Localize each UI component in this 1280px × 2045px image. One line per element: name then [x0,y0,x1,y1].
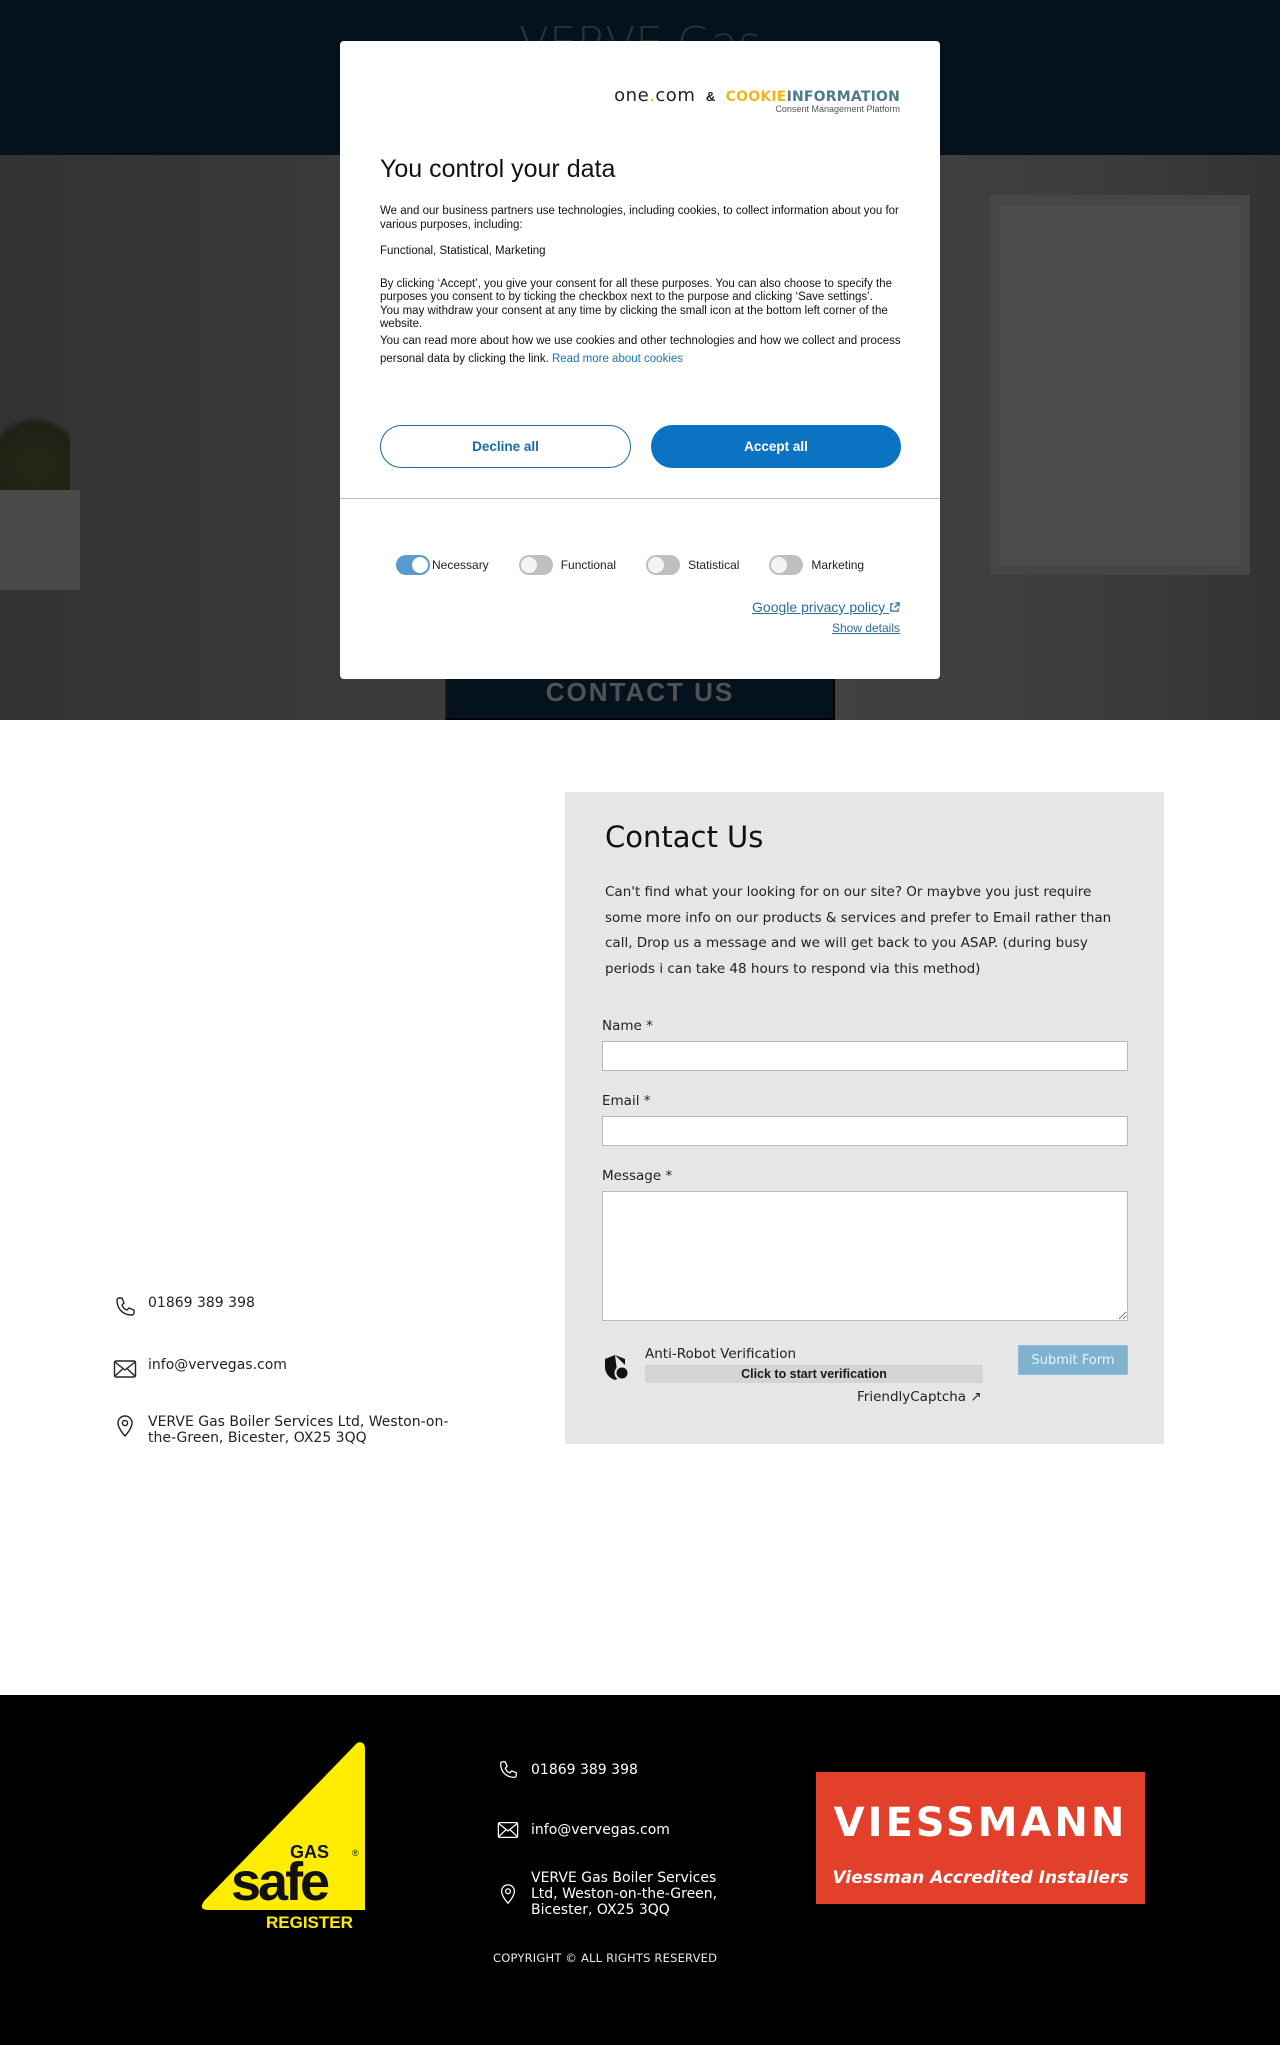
toggle-functional[interactable]: Functional [518,555,617,575]
phone-icon [500,1761,517,1778]
gas-safe-safe-text: safe [231,1852,329,1912]
contact-address: VERVE Gas Boiler Services Ltd, Weston-on… [113,1414,453,1446]
consent-divider [340,498,940,499]
friendlycaptcha-link[interactable]: FriendlyCaptcha ↗ [857,1389,982,1405]
mail-icon [497,1822,519,1838]
read-more-cookies-link[interactable]: Read more about cookies [552,353,683,365]
footer-phone[interactable]: 01869 389 398 [497,1758,797,1782]
toggle-switch[interactable] [518,555,553,575]
consent-title: You control your data [380,155,616,183]
consent-purposes: Functional, Statistical, Marketing [380,245,546,257]
location-pin-icon [117,1415,133,1438]
name-input[interactable] [602,1041,1128,1071]
contact-form-title: Contact Us [605,820,764,854]
viessmann-logo: VIESSMANN Viessman Accredited Installers [816,1772,1145,1904]
gas-safe-register-logo: GAS safe ® REGISTER [201,1742,365,1930]
gas-safe-register-text: REGISTER [266,1913,353,1930]
viessmann-wordmark: VIESSMANN [833,1800,1128,1846]
consent-readmore: You can read more about how we use cooki… [380,334,901,365]
footer-address: VERVE Gas Boiler Services Ltd, Weston-on… [497,1870,747,1918]
brand-ampersand: & [705,89,716,104]
toggle-label: Statistical [688,558,740,572]
decline-all-button[interactable]: Decline all [380,425,631,468]
start-verification-button[interactable]: Click to start verification [645,1365,983,1383]
toggle-statistical[interactable]: Statistical [646,555,739,575]
onecom-logo: one.com [614,85,696,106]
toggle-switch[interactable] [396,555,430,575]
submit-form-button[interactable]: Submit Form [1018,1345,1128,1375]
toggle-label: Functional [560,558,617,572]
toggle-switch[interactable] [646,555,681,575]
mail-icon [113,1360,137,1378]
contact-form-intro: Can't find what your looking for on our … [605,884,1112,977]
name-label: Name * [602,1018,653,1034]
toggle-label: Marketing [811,558,865,572]
gas-safe-registered-mark: ® [352,1848,359,1858]
toggle-marketing[interactable]: Marketing [769,555,864,575]
consent-category-toggles: Necessary Functional Statistical Marketi… [396,555,916,575]
consent-accept-text: By clicking ‘Accept’, you give your cons… [380,277,893,304]
toggle-label: Necessary [432,558,489,572]
location-pin-icon [500,1884,516,1905]
contact-email[interactable]: info@vervegas.com [113,1357,287,1381]
captcha-shield-icon [605,1355,630,1381]
footer-email[interactable]: info@vervegas.com [497,1818,797,1842]
copyright-text: COPYRIGHT © ALL RIGHTS RESERVED [493,1951,718,1965]
message-textarea[interactable] [602,1191,1128,1321]
contact-form-card: Contact Us Can't find what your looking … [565,792,1164,1444]
show-details-link[interactable]: Show details [832,621,900,635]
accept-all-button[interactable]: Accept all [651,425,901,468]
site-footer: GAS safe ® REGISTER 01869 389 398 info@v… [0,1695,1280,2045]
cookieinformation-logo: COOKIEINFORMATION [725,89,900,105]
toggle-necessary[interactable]: Necessary [396,555,489,575]
consent-brand-logo: one.com & COOKIEINFORMATION Consent Mana… [614,85,900,114]
google-privacy-policy-link[interactable]: Google privacy policy [752,599,900,615]
toggle-switch[interactable] [769,555,804,575]
captcha-title: Anti-Robot Verification [645,1346,797,1362]
message-label: Message * [602,1168,673,1184]
contact-phone[interactable]: 01869 389 398 [113,1295,255,1319]
consent-body: We and our business partners use technol… [380,205,905,368]
cookie-consent-dialog: one.com & COOKIEINFORMATION Consent Mana… [340,41,940,679]
viessmann-tagline: Viessman Accredited Installers [832,1868,1129,1888]
email-label: Email * [602,1093,651,1109]
consent-intro: We and our business partners use technol… [380,205,899,231]
friendly-captcha-widget: Anti-Robot Verification Click to start v… [602,1342,1002,1412]
external-link-icon [890,602,900,612]
email-input[interactable] [602,1116,1128,1146]
phone-icon [116,1297,135,1316]
consent-withdraw-text: You may withdraw your consent at any tim… [380,304,888,331]
